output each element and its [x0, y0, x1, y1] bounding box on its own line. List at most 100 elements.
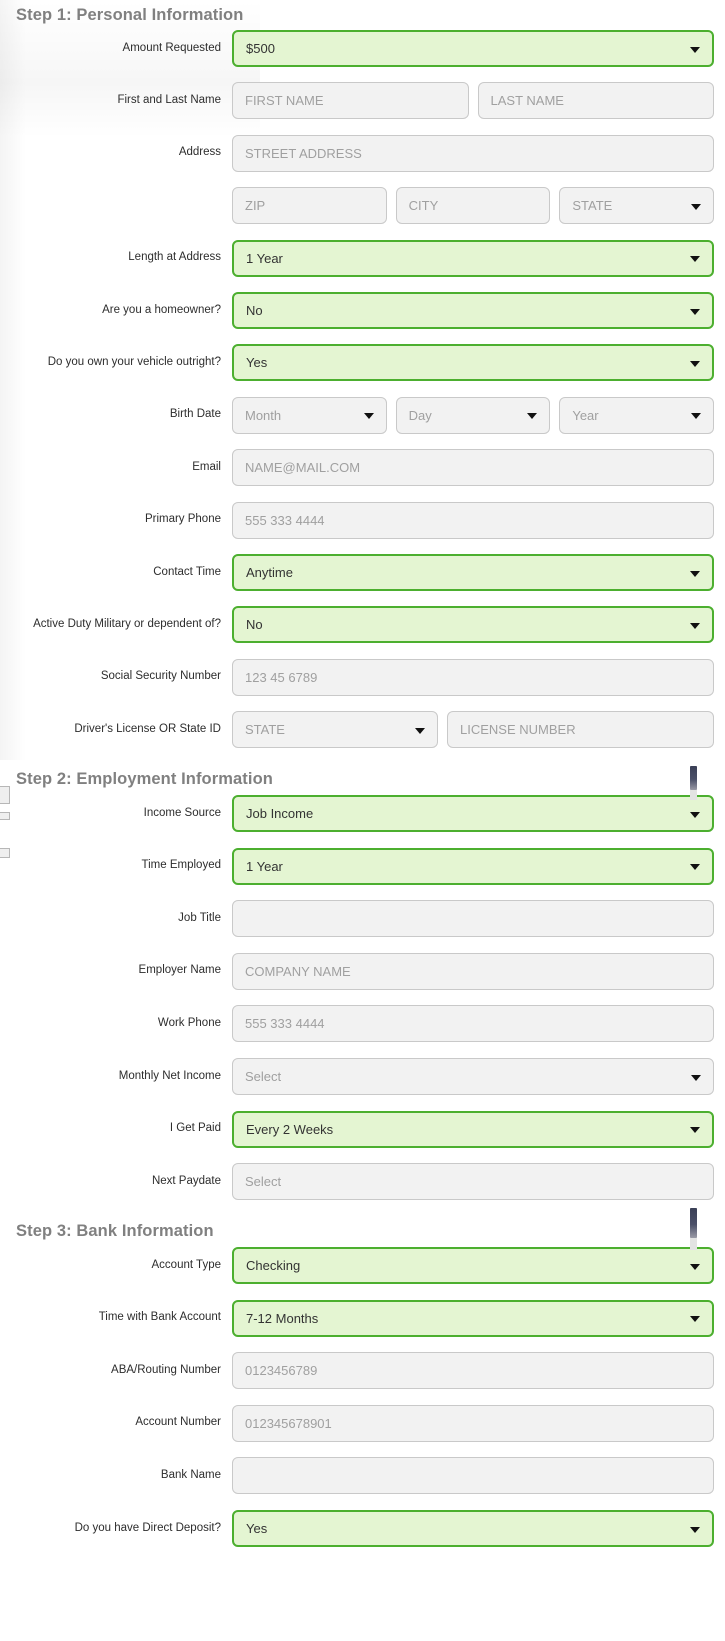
text-input[interactable]: 555 333 4444	[232, 1005, 714, 1043]
field-value: COMPANY NAME	[245, 963, 351, 979]
chevron-down-icon	[690, 1316, 700, 1323]
field-label: Time Employed	[141, 859, 221, 872]
chevron-down-icon	[691, 203, 702, 210]
select-field[interactable]: Anytime	[232, 554, 714, 591]
text-input[interactable]: Select	[232, 1163, 714, 1201]
field-group: $500	[232, 30, 714, 67]
text-input[interactable]: 123 45 6789	[232, 658, 714, 696]
field-group: Job Income	[232, 795, 714, 832]
field-label: Employer Name	[138, 964, 221, 977]
loan-application-form: Step 1: Personal Information Amount Reque…	[0, 0, 725, 1641]
text-input[interactable]	[232, 900, 714, 938]
field-value: Month	[245, 407, 282, 423]
form-row: ZIP CITY STATE	[0, 187, 725, 225]
select-field[interactable]: Select	[232, 1058, 714, 1095]
text-input[interactable]: FIRST NAME	[232, 82, 469, 120]
text-input[interactable]: LICENSE NUMBER	[447, 711, 714, 749]
chevron-down-icon	[690, 864, 700, 871]
field-value: STATE	[245, 722, 285, 738]
form-row: I Get Paid Every 2 Weeks	[0, 1110, 725, 1148]
field-value: No	[246, 617, 263, 633]
background-fragment-left-lower	[0, 812, 10, 820]
field-group: Checking	[232, 1247, 714, 1284]
section-heading-step-2: Step 2: Employment Information	[16, 770, 273, 788]
field-value: 7-12 Months	[246, 1310, 319, 1326]
section-heading-step-3: Step 3: Bank Information	[16, 1222, 214, 1240]
field-label: Income Source	[143, 806, 221, 819]
select-field[interactable]: 1 Year	[232, 239, 714, 277]
field-group: 012345678901	[232, 1404, 714, 1442]
field-label: Job Title	[178, 911, 221, 924]
text-input[interactable]: STREET ADDRESS	[232, 134, 714, 172]
text-input[interactable]: 012345678901	[232, 1404, 714, 1442]
form-row: First and Last Name FIRST NAME LAST NAME	[0, 82, 725, 120]
field-label: Time with Bank Account	[98, 1311, 221, 1324]
select-field[interactable]: Year	[559, 396, 715, 434]
field-value: Every 2 Weeks	[246, 1121, 334, 1137]
field-group: 1 Year	[232, 847, 714, 885]
text-input[interactable]: 555 333 4444	[232, 501, 714, 539]
field-value: 0123456789	[245, 1363, 318, 1379]
chevron-down-icon	[690, 1263, 700, 1270]
select-field[interactable]: $500	[232, 30, 714, 67]
chevron-down-icon	[690, 811, 700, 818]
chevron-down-icon	[690, 622, 700, 629]
field-group: 0123456789	[232, 1352, 714, 1390]
field-value: 555 333 4444	[245, 512, 325, 528]
select-field[interactable]: 1 Year	[232, 847, 714, 885]
form-row: Social Security Number 123 45 6789	[0, 658, 725, 696]
select-field[interactable]: No	[232, 292, 714, 329]
select-field[interactable]: No	[232, 606, 714, 644]
field-value: CITY	[408, 198, 439, 214]
background-fragment-left-upper	[0, 786, 10, 804]
select-field[interactable]: 7-12 Months	[232, 1299, 714, 1337]
chevron-down-icon	[690, 256, 700, 263]
form-row: Do you own your vehicle outright? Yes	[0, 344, 725, 382]
form-row: Contact Time Anytime	[0, 554, 725, 591]
page-scrollbar-thumb-lower[interactable]	[690, 1208, 697, 1238]
text-input[interactable]: COMPANY NAME	[232, 952, 714, 990]
form-row: Account Number 012345678901	[0, 1404, 725, 1442]
text-input[interactable]: 0123456789	[232, 1352, 714, 1390]
select-field[interactable]: STATE	[559, 187, 715, 225]
select-field[interactable]: Day	[395, 396, 551, 434]
field-label: Active Duty Military or dependent of?	[33, 617, 221, 630]
form-row: Length at Address 1 Year	[0, 239, 725, 277]
form-row: Time Employed 1 Year	[0, 847, 725, 885]
field-label: First and Last Name	[117, 93, 221, 106]
form-row: Active Duty Military or dependent of? No	[0, 606, 725, 644]
field-group: 555 333 4444	[232, 501, 714, 539]
page-scrollbar-thumb-upper[interactable]	[690, 766, 697, 790]
field-group: Yes	[232, 1510, 714, 1547]
field-group: FIRST NAME LAST NAME	[232, 82, 714, 120]
select-field[interactable]: STATE	[232, 711, 438, 749]
select-field[interactable]: Yes	[232, 1510, 714, 1547]
field-value: STREET ADDRESS	[245, 145, 362, 161]
field-group: Month Day Year	[232, 396, 715, 434]
select-field[interactable]: Yes	[232, 344, 714, 382]
field-value: 1 Year	[246, 250, 283, 266]
field-group: 123 45 6789	[232, 658, 714, 696]
chevron-down-icon	[363, 413, 374, 420]
form-row: Monthly Net Income Select	[0, 1058, 725, 1095]
field-label: Work Phone	[157, 1016, 221, 1029]
form-row: Birth Date Month Day Year	[0, 396, 725, 434]
select-field[interactable]: Checking	[232, 1247, 714, 1284]
form-row: Next Paydate Select	[0, 1163, 725, 1201]
field-value: 1 Year	[246, 858, 283, 874]
field-group: 555 333 4444	[232, 1005, 714, 1043]
text-input[interactable]	[232, 1457, 714, 1495]
text-input[interactable]: ZIP	[232, 187, 387, 225]
field-label: Next Paydate	[151, 1174, 221, 1187]
select-field[interactable]: Job Income	[232, 795, 714, 832]
chevron-down-icon	[690, 1127, 700, 1134]
text-input[interactable]: LAST NAME	[477, 82, 714, 120]
select-field[interactable]: Every 2 Weeks	[232, 1110, 714, 1148]
field-label: Birth Date	[169, 408, 221, 421]
text-input[interactable]: CITY	[395, 187, 551, 225]
field-label: Length at Address	[128, 251, 221, 264]
field-value: No	[246, 303, 263, 318]
text-input[interactable]: NAME@MAIL.COM	[232, 449, 714, 487]
field-label: Email	[192, 460, 221, 473]
select-field[interactable]: Month	[232, 396, 387, 434]
